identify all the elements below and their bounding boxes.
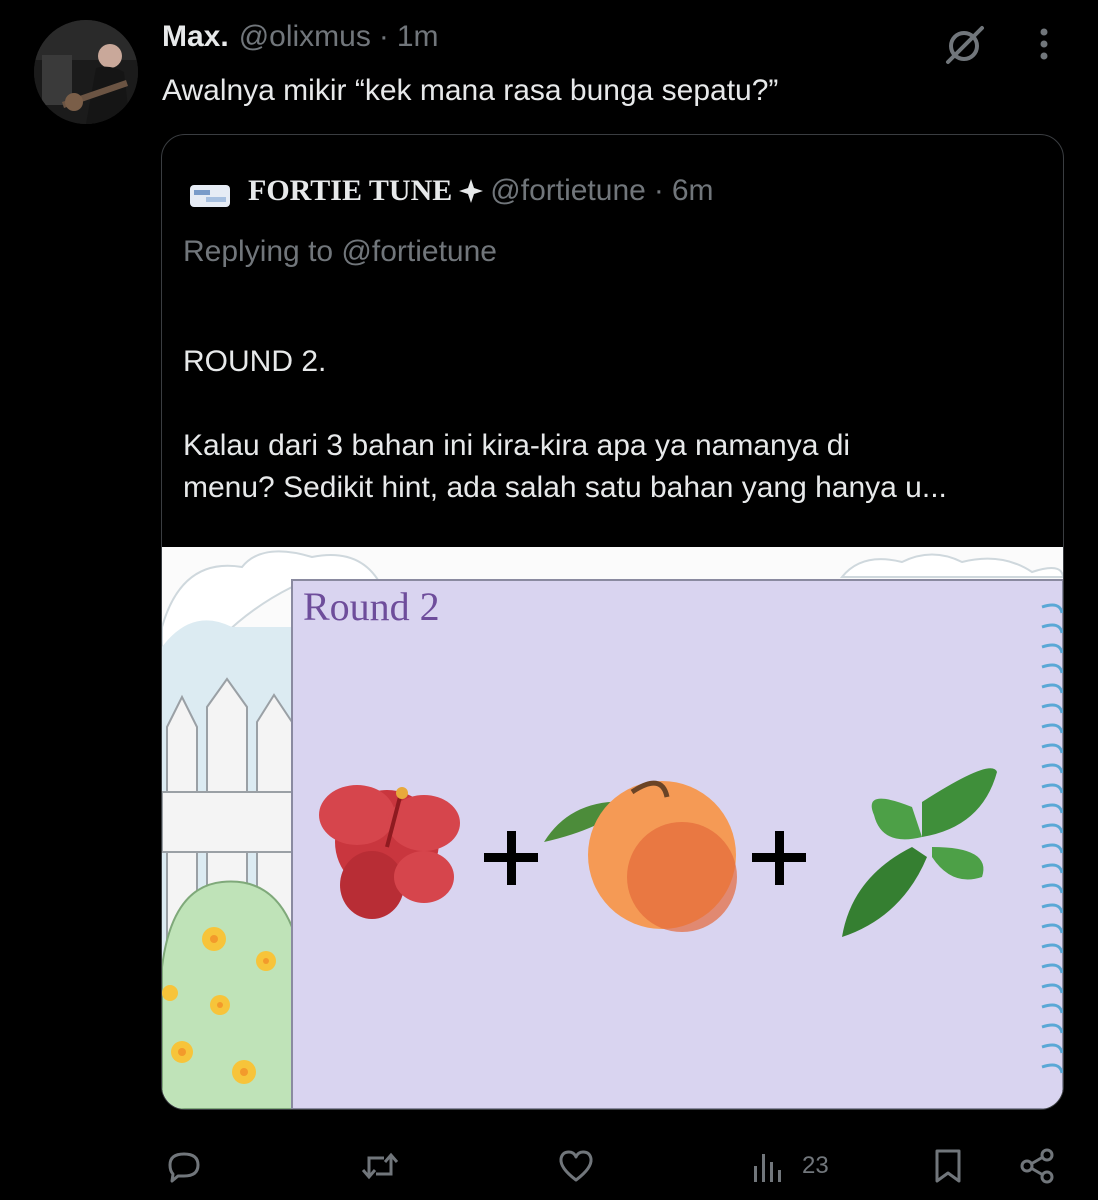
bookmark-button[interactable]: [928, 1140, 968, 1192]
quote-author-name[interactable]: FORTIE TUNE: [248, 174, 452, 208]
views-icon: [754, 1154, 781, 1182]
retweet-button[interactable]: [360, 1140, 400, 1192]
share-button[interactable]: [1018, 1140, 1058, 1192]
round-2-illustration: [162, 547, 1063, 1109]
quote-author-avatar: [190, 185, 230, 207]
sparkle-icon: [459, 179, 484, 203]
quote-separator: ·: [653, 174, 664, 207]
quote-text-line: ROUND 2.: [183, 345, 327, 378]
avatar-photo-icon: [34, 20, 138, 124]
more-icon[interactable]: [1030, 24, 1058, 64]
like-button[interactable]: [556, 1140, 596, 1192]
bookmark-icon: [935, 1149, 961, 1183]
quote-text-line: menu? Sedikit hint, ada salah satu bahan…: [183, 471, 947, 504]
header-separator: ·: [378, 20, 389, 53]
replying-to[interactable]: Replying to @fortietune: [183, 235, 497, 269]
quote-author-handle[interactable]: @fortietune: [490, 174, 646, 208]
grok-icon[interactable]: [942, 22, 990, 70]
views-button[interactable]: 23: [750, 1140, 829, 1192]
views-count: 23: [802, 1152, 829, 1179]
author-handle[interactable]: @olixmus: [239, 20, 371, 54]
quote-text: ROUND 2. Kalau dari 3 bahan ini kira-kir…: [183, 341, 1053, 509]
reply-icon: [168, 1152, 200, 1183]
quote-text-line: Kalau dari 3 bahan ini kira-kira apa ya …: [183, 429, 851, 462]
author-avatar[interactable]: [34, 20, 138, 124]
tweet-time[interactable]: 1m: [397, 20, 439, 54]
tweet-text: Awalnya mikir “kek mana rasa bunga sepat…: [162, 74, 779, 107]
like-icon: [559, 1150, 593, 1182]
quoted-tweet[interactable]: FORTIE TUNE @fortietune · 6m Replying to…: [161, 134, 1064, 1110]
reply-button[interactable]: [164, 1140, 204, 1192]
quote-text-blank: [183, 383, 1053, 425]
round-label: Round 2: [303, 584, 440, 629]
tweet-header: Max. @olixmus · 1m: [162, 20, 439, 60]
author-name[interactable]: Max.: [162, 20, 229, 54]
quote-header: FORTIE TUNE @fortietune · 6m: [248, 171, 714, 211]
action-bar: 23: [0, 1140, 1098, 1192]
retweet-icon: [361, 1152, 399, 1180]
quote-time[interactable]: 6m: [672, 174, 714, 208]
quote-image[interactable]: Round 2: [162, 547, 1063, 1109]
share-icon: [1020, 1148, 1054, 1184]
